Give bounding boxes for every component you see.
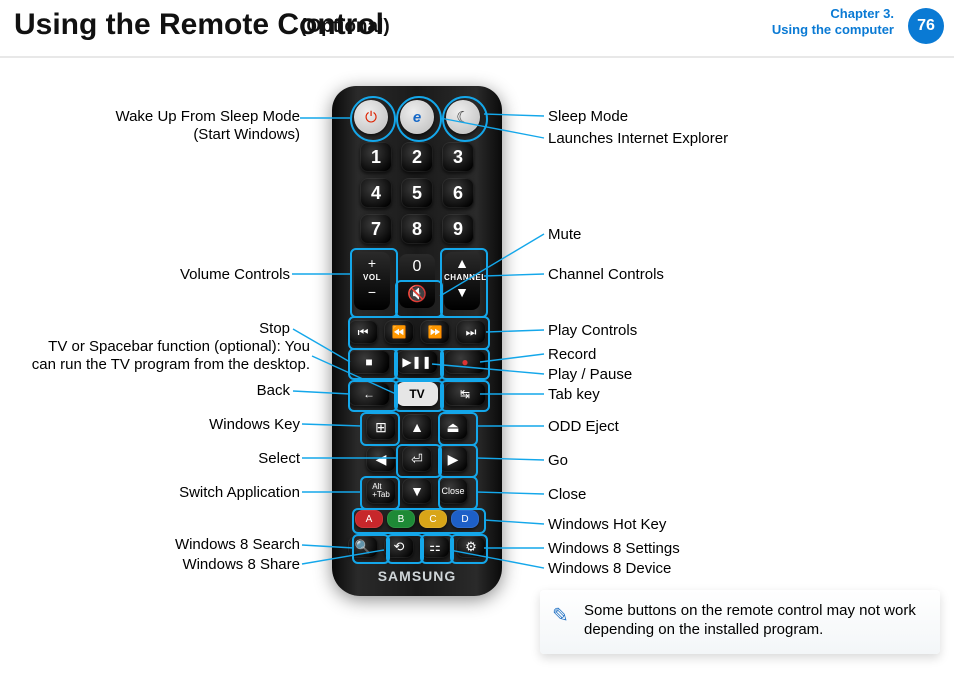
win8-search-button: 🔍 <box>348 536 378 558</box>
fast-forward-button: ⏩ <box>420 320 450 344</box>
label-w8search: Windows 8 Search <box>140 536 300 553</box>
hotkey-a: A <box>355 510 383 528</box>
record-button: ● <box>444 350 486 374</box>
label-w8settings: Windows 8 Settings <box>548 540 680 557</box>
footnote: Some buttons on the remote control may n… <box>540 590 940 654</box>
close-button: Close <box>438 478 468 504</box>
num-2: 2 <box>401 142 433 172</box>
rewind-button: ⏪ <box>384 320 414 344</box>
num-6: 6 <box>442 178 474 208</box>
tab-button: ↹ <box>444 382 486 406</box>
channel-label: CHANNEL <box>444 271 480 284</box>
power-button: ⏻ <box>354 100 388 134</box>
label-mute: Mute <box>548 226 581 243</box>
label-wake: Wake Up From Sleep Mode (Start Windows) <box>40 108 300 144</box>
page-subtitle: (Optional) <box>300 16 390 38</box>
label-switchapp: Switch Application <box>150 484 300 501</box>
nav-down-button: ▼ <box>402 478 432 504</box>
tv-button: TV <box>396 382 438 406</box>
label-oddeject: ODD Eject <box>548 418 619 435</box>
num-5: 5 <box>401 178 433 208</box>
label-playpause: Play / Pause <box>548 366 632 383</box>
label-close: Close <box>548 486 586 503</box>
brand-logo: SAMSUNG <box>332 568 502 584</box>
zero-label: 0 <box>413 258 422 276</box>
alt-tab-button: Alt +Tab <box>366 478 396 504</box>
back-button: ← <box>348 382 390 406</box>
nav-left-button: ◀ <box>366 446 396 472</box>
volume-label: VOL <box>354 271 390 284</box>
label-w8share: Windows 8 Share <box>140 556 300 573</box>
page-number-badge: 76 <box>908 8 944 44</box>
label-w8device: Windows 8 Device <box>548 560 671 577</box>
chapter-label: Chapter 3. Using the computer <box>772 6 894 37</box>
win8-settings-button: ⚙ <box>456 536 486 558</box>
label-playctrl: Play Controls <box>548 322 637 339</box>
label-stop: Stop <box>240 320 290 337</box>
chapter-line1: Chapter 3. <box>772 6 894 22</box>
channel-rocker: ▲ CHANNEL ▼ <box>444 252 480 310</box>
num-8: 8 <box>401 214 433 244</box>
play-pause-button: ▶❚❚ <box>396 350 438 374</box>
label-select: Select <box>230 450 300 467</box>
mute-zero-button: 0 🔇 <box>399 254 435 308</box>
num-1: 1 <box>360 142 392 172</box>
label-sleep: Sleep Mode <box>548 108 628 125</box>
hotkey-b: B <box>387 510 415 528</box>
label-tv: TV or Spacebar function (optional): You … <box>10 338 310 374</box>
select-button: ⏎ <box>402 446 432 472</box>
win8-device-button: ⚏ <box>420 536 450 558</box>
windows-key-button: ⊞ <box>366 414 396 440</box>
label-volume: Volume Controls <box>100 266 290 283</box>
page-header: Using the Remote Control (Optional) Chap… <box>0 0 954 58</box>
num-9: 9 <box>442 214 474 244</box>
volume-rocker: + VOL − <box>354 252 390 310</box>
label-tabkey: Tab key <box>548 386 600 403</box>
nav-right-button: ▶ <box>438 446 468 472</box>
internet-explorer-button: e <box>400 100 434 134</box>
volume-down-icon: − <box>354 284 390 300</box>
volume-up-icon: + <box>354 252 390 271</box>
num-4: 4 <box>360 178 392 208</box>
nav-up-button: ▲ <box>402 414 432 440</box>
eject-button: ⏏ <box>438 414 468 440</box>
stop-button: ■ <box>348 350 390 374</box>
hotkey-c: C <box>419 510 447 528</box>
mute-icon: 🔇 <box>407 284 427 304</box>
remote-control: ⏻ e ☾ 1 2 3 4 5 6 7 8 9 + VOL − 0 🔇 ▲ CH… <box>332 86 502 596</box>
hotkey-d: D <box>451 510 479 528</box>
sleep-button: ☾ <box>446 100 480 134</box>
win8-share-button: ⟲ <box>384 536 414 558</box>
prev-track-button: ⏮ <box>348 320 378 344</box>
num-7: 7 <box>360 214 392 244</box>
next-track-button: ⏭ <box>456 320 486 344</box>
label-channel: Channel Controls <box>548 266 664 283</box>
num-3: 3 <box>442 142 474 172</box>
label-hotkey: Windows Hot Key <box>548 516 666 533</box>
channel-down-icon: ▼ <box>444 284 480 300</box>
label-ie: Launches Internet Explorer <box>548 130 728 147</box>
label-record: Record <box>548 346 596 363</box>
chapter-line2: Using the computer <box>772 22 894 38</box>
label-back: Back <box>240 382 290 399</box>
channel-up-icon: ▲ <box>444 252 480 271</box>
label-winkey: Windows Key <box>160 416 300 433</box>
label-go: Go <box>548 452 568 469</box>
